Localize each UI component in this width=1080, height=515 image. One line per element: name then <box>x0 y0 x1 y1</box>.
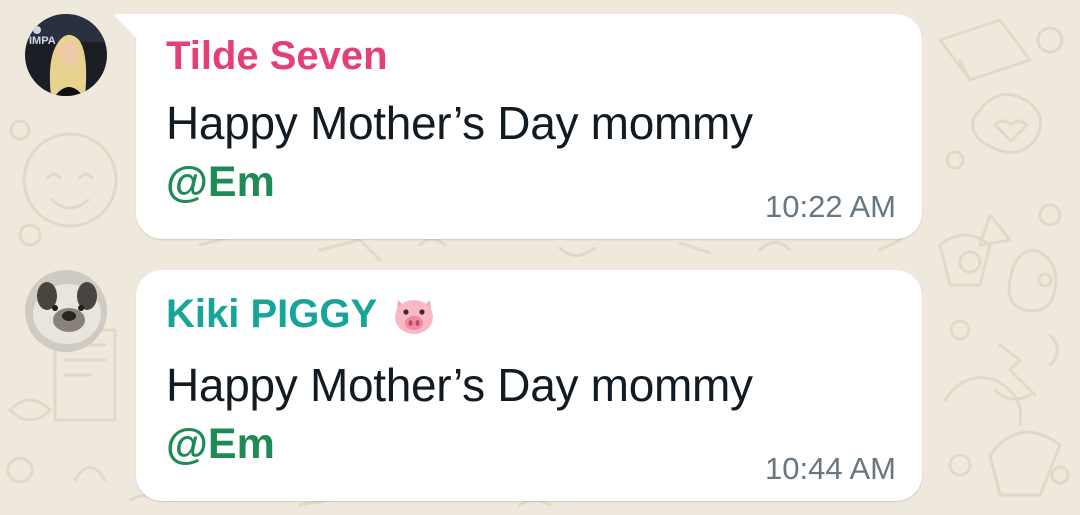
sender-avatar-kiki-piggy[interactable] <box>25 270 107 352</box>
message-timestamp: 10:44 AM <box>765 451 896 486</box>
message-text: Happy Mother’s Day mommy <box>166 359 753 411</box>
sender-avatar-tilde-seven[interactable]: IMPA <box>25 14 107 96</box>
avatar-photo: IMPA <box>25 14 107 96</box>
message-timestamp: 10:22 AM <box>765 189 896 224</box>
sender-name[interactable]: Tilde Seven <box>166 34 388 79</box>
avatar-photo <box>25 270 107 352</box>
mention-link[interactable]: @Em <box>166 158 275 207</box>
sender-name-text: Tilde Seven <box>166 34 388 78</box>
svg-text:IMPA: IMPA <box>29 35 56 47</box>
sender-name-text: Kiki PIGGY <box>166 292 378 336</box>
pig-face-icon <box>395 299 434 334</box>
message-text: Happy Mother’s Day mommy <box>166 97 753 149</box>
mention-link[interactable]: @Em <box>166 420 275 469</box>
bubble-tail <box>115 14 138 40</box>
message-bubble[interactable]: Tilde Seven Happy Mother’s Day mommy @Em… <box>115 14 922 239</box>
message-bubble[interactable]: Kiki PIGGY Happy Mother’s Day mommy @Em … <box>136 270 922 501</box>
sender-name[interactable]: Kiki PIGGY <box>166 292 437 337</box>
